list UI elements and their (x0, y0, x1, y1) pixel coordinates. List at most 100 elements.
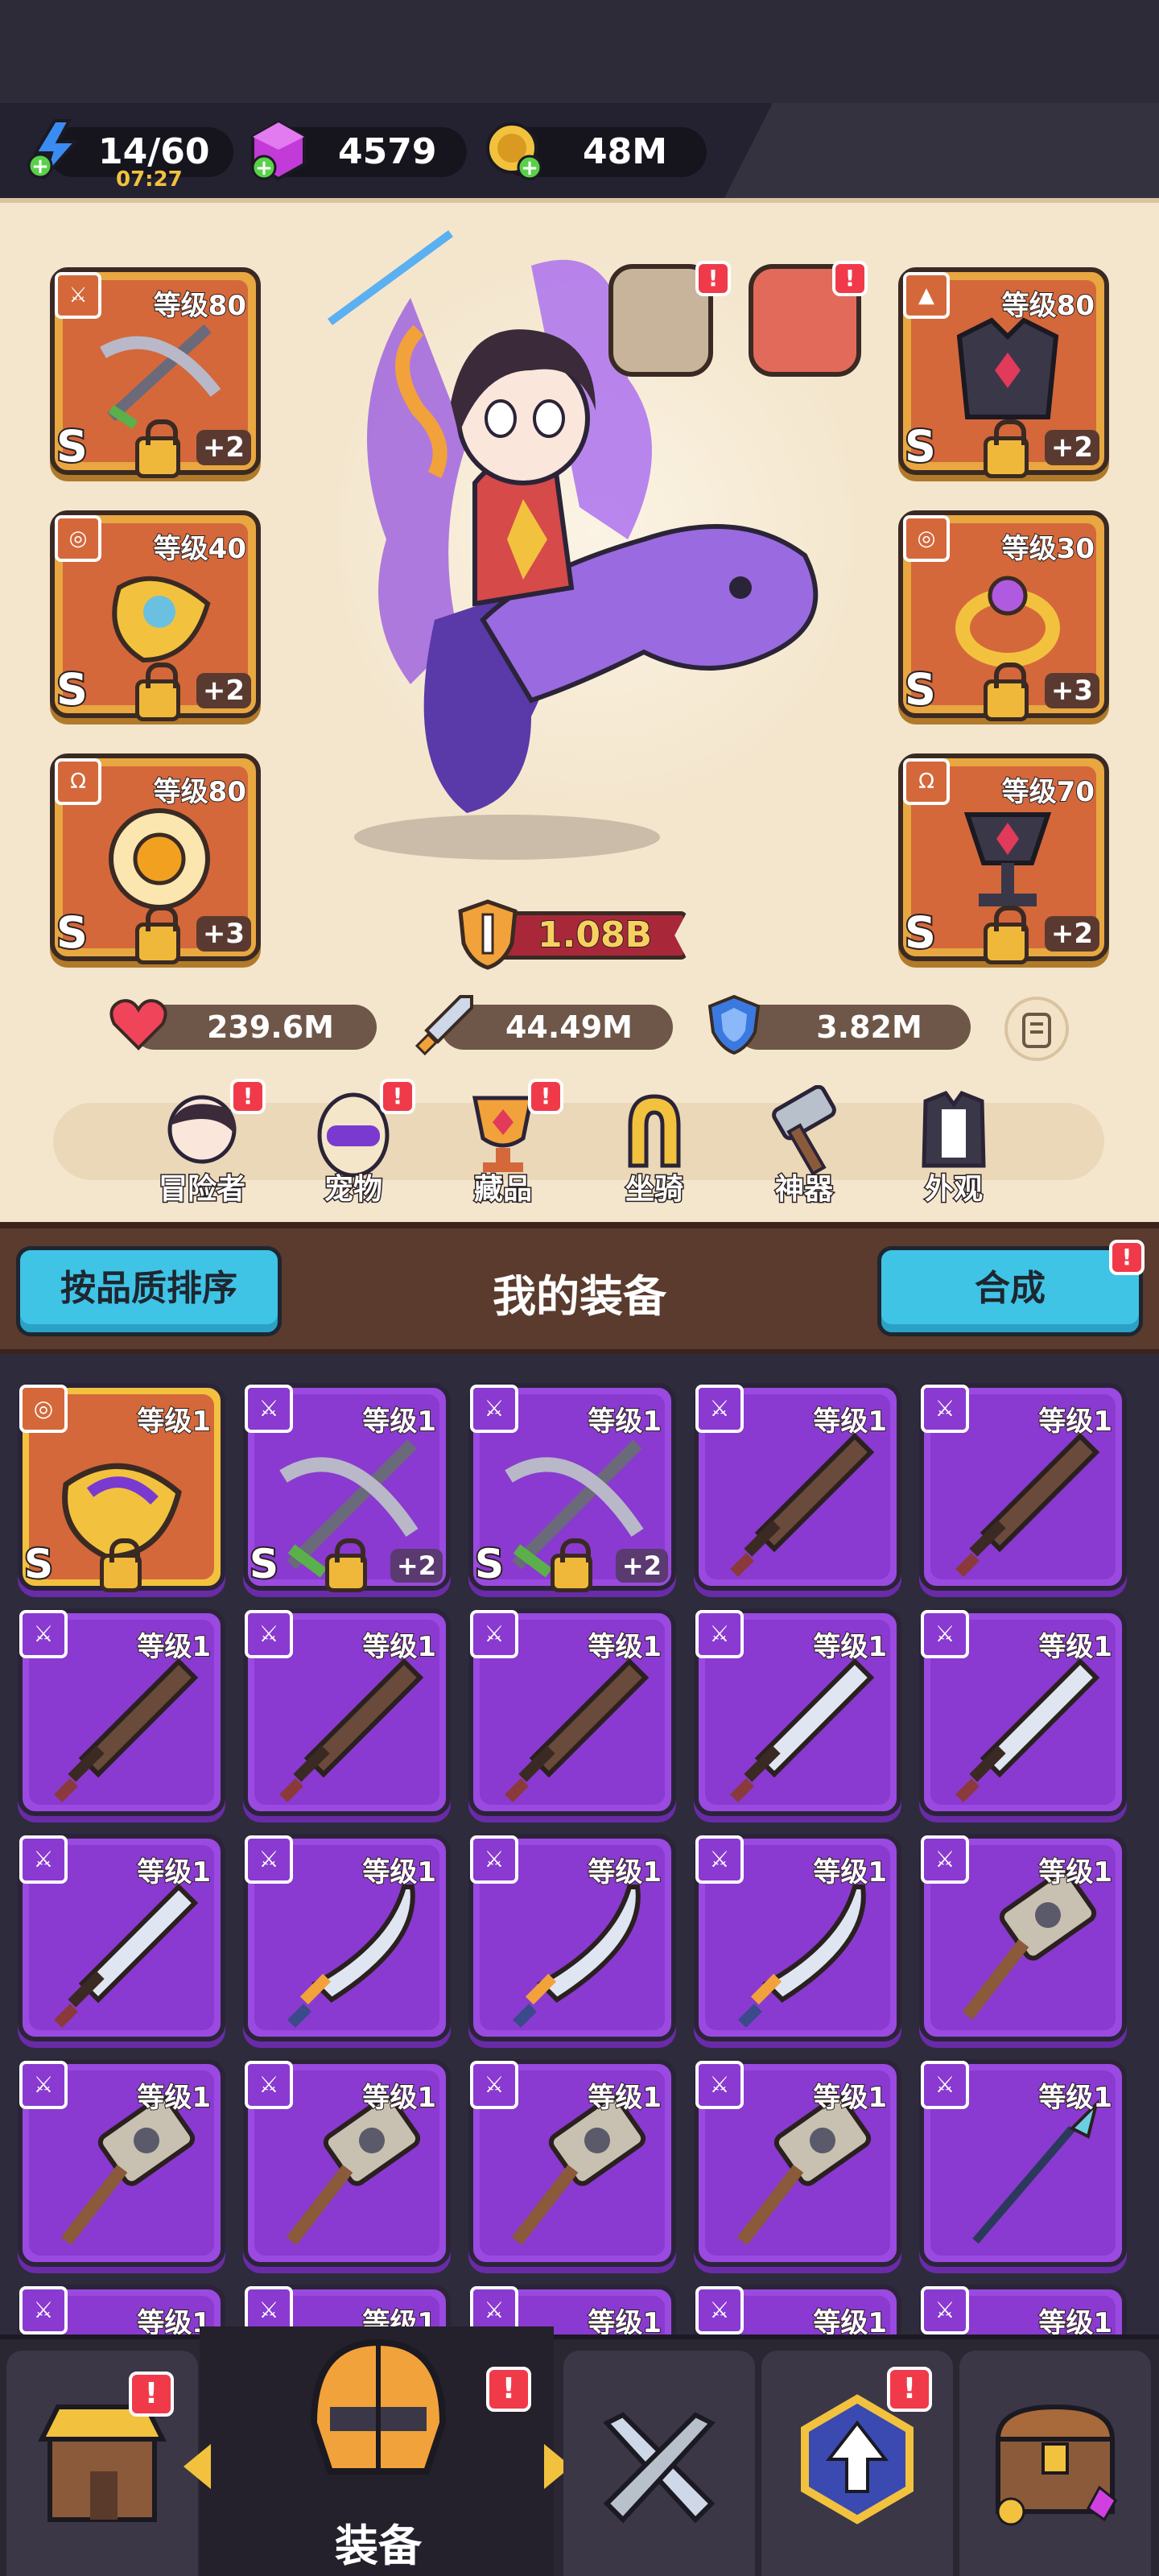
inventory-item[interactable]: ⚔ 等级1 (243, 1834, 451, 2041)
equip-slot-chalice[interactable]: Ω 等级70 S +2 (898, 753, 1109, 964)
sword-category-icon: ⚔ (245, 1835, 293, 1884)
nav-mount[interactable]: 坐骑 (594, 1079, 715, 1208)
item-level: 等级1 (361, 1405, 437, 1439)
defense-value: 3.82M (816, 1009, 922, 1045)
inventory-item[interactable]: ⚔ 等级1 (468, 2059, 676, 2267)
inventory-item[interactable]: ⚔ 等级1 (243, 2059, 451, 2267)
slot-level: 等级80 (1001, 289, 1095, 323)
sword-category-icon: ⚔ (921, 1835, 969, 1884)
item-level: 等级1 (812, 1405, 888, 1439)
nav-appearance[interactable]: 外观 (893, 1079, 1014, 1208)
item-level: 等级1 (812, 2306, 888, 2334)
defense-stat: 3.82M (736, 1005, 971, 1050)
inventory-item[interactable]: ⚔ 等级1 (243, 1608, 451, 1816)
sword-category-icon: ⚔ (245, 1610, 293, 1658)
item-level: 等级1 (361, 1630, 437, 1664)
coin-icon: + (486, 122, 542, 180)
item-level: 等级1 (361, 2081, 437, 2115)
item-level: 等级1 (1037, 1405, 1113, 1439)
sword-category-icon: ⚔ (19, 1610, 68, 1658)
inventory-item[interactable]: ⚔ 等级1 S +2 (243, 1383, 451, 1592)
item-level: 等级1 (361, 1856, 437, 1889)
inventory-item[interactable]: ⚔ 等级1 (919, 1834, 1127, 2041)
inventory-item[interactable]: ⚔ 等级1 (18, 1834, 225, 2041)
scimitar-icon (738, 1885, 866, 2028)
bracer-category-icon: ◎ (55, 515, 101, 562)
plus-level: +2 (1044, 916, 1099, 952)
inventory-title: 我的装备 (493, 1271, 666, 1322)
inventory-item[interactable]: ◎ 等级1 S (18, 1383, 225, 1592)
hp-value: 239.6M (206, 1009, 334, 1045)
inventory-item[interactable]: ⚔ 等级1 (694, 1834, 901, 2041)
sword-category-icon: ⚔ (245, 1385, 293, 1433)
energy-timer: 07:27 (116, 167, 183, 192)
tab-treasure[interactable] (959, 2351, 1151, 2576)
rarity-label: S (55, 907, 89, 958)
nav-artifact[interactable]: 神器 (744, 1079, 864, 1208)
item-level: 等级1 (136, 1630, 212, 1664)
item-level: 等级1 (587, 1630, 662, 1664)
heart-icon (109, 999, 167, 1051)
inventory-item[interactable]: ⚔ 等级1 (694, 1608, 901, 1816)
shop-badge: ! (129, 2372, 174, 2417)
lock-icon (325, 1538, 367, 1592)
bracer-icon (112, 576, 211, 663)
necklace-category-icon: Ω (55, 758, 101, 805)
item-level: 等级1 (587, 2081, 662, 2115)
sword-category-icon: ⚔ (19, 2061, 68, 2109)
crossbow-icon (100, 324, 221, 429)
inventory-item[interactable]: ⚔ 等级1 (18, 1608, 225, 1816)
sword-category-icon: ⚔ (695, 2286, 744, 2334)
inventory-item[interactable]: ⚔ 等级1 (694, 1383, 901, 1591)
equip-slot-weapon[interactable]: ⚔ 等级80 S +2 (50, 267, 261, 478)
equip-slot-ring[interactable]: ◎ 等级30 S +3 (898, 510, 1109, 721)
equip-slot-amulet[interactable]: Ω 等级80 S +3 (50, 753, 261, 964)
nav-label: 宠物 (323, 1172, 383, 1208)
gem-icon: + (251, 120, 306, 181)
inventory-item[interactable]: ⚔ 等级1 S +2 (468, 1383, 676, 1592)
inventory-item[interactable]: ⚔ 等级1 (919, 1608, 1127, 1816)
merge-button[interactable]: 合成 (877, 1246, 1143, 1336)
sword-category-icon: ⚔ (921, 1385, 969, 1433)
hammer-icon (962, 1871, 1097, 2020)
equip-slot-bracer[interactable]: ◎ 等级40 S +2 (50, 510, 261, 721)
sword-category-icon: ⚔ (695, 1835, 744, 1884)
inventory-item[interactable]: ⚔ 等级1 (18, 2285, 225, 2334)
inventory-item[interactable]: ⚔ 等级1 (694, 2285, 901, 2334)
amulet-icon (109, 808, 210, 910)
steel-sword-icon (54, 1883, 199, 2028)
stats-detail-button[interactable] (1004, 997, 1069, 1061)
inventory-item[interactable]: ⚔ 等级1 (18, 2059, 225, 2267)
lightning-icon: + (27, 119, 80, 180)
sword-category-icon: ⚔ (921, 2061, 969, 2109)
item-level: 等级1 (136, 1405, 212, 1439)
rarity-label: S (55, 664, 89, 715)
equip-slot-armor[interactable]: ▲ 等级80 S +2 (898, 267, 1109, 478)
necklace-category-icon: Ω (903, 758, 950, 805)
wood-sword-icon (955, 1432, 1100, 1577)
rarity-label: S (55, 421, 89, 472)
nav-label: 坐骑 (624, 1172, 684, 1208)
sword-category-icon: ⚔ (470, 2061, 518, 2109)
item-level: 等级1 (587, 2306, 662, 2334)
inventory-item[interactable]: ⚔ 等级1 (468, 1608, 676, 1816)
status-area (0, 0, 1159, 103)
inventory-item[interactable]: ⚔ 等级1 (694, 2059, 901, 2267)
inventory-item[interactable]: ⚔ 等级1 (919, 2059, 1127, 2267)
hammer-icon (286, 2096, 421, 2245)
nav-label: 藏品 (472, 1172, 533, 1208)
lock-icon (984, 663, 1029, 721)
sort-by-quality-button[interactable]: 按品质排序 (16, 1246, 282, 1336)
sword-category-icon: ⚔ (695, 1610, 744, 1658)
slot-level: 等级40 (153, 532, 247, 566)
sword-category-icon: ⚔ (470, 1835, 518, 1884)
nav-pet-badge: ! (380, 1079, 415, 1114)
horseshoe-icon (628, 1094, 681, 1168)
hammer-icon (772, 1085, 836, 1176)
inventory-item[interactable]: ⚔ 等级1 (468, 1834, 676, 2041)
sword-category-icon: ⚔ (695, 2061, 744, 2109)
svg-text:+: + (521, 156, 538, 180)
inventory-item[interactable]: ⚔ 等级1 (919, 1383, 1127, 1591)
inventory-item[interactable]: ⚔ 等级1 (919, 2285, 1127, 2334)
tab-battle[interactable] (563, 2351, 755, 2576)
